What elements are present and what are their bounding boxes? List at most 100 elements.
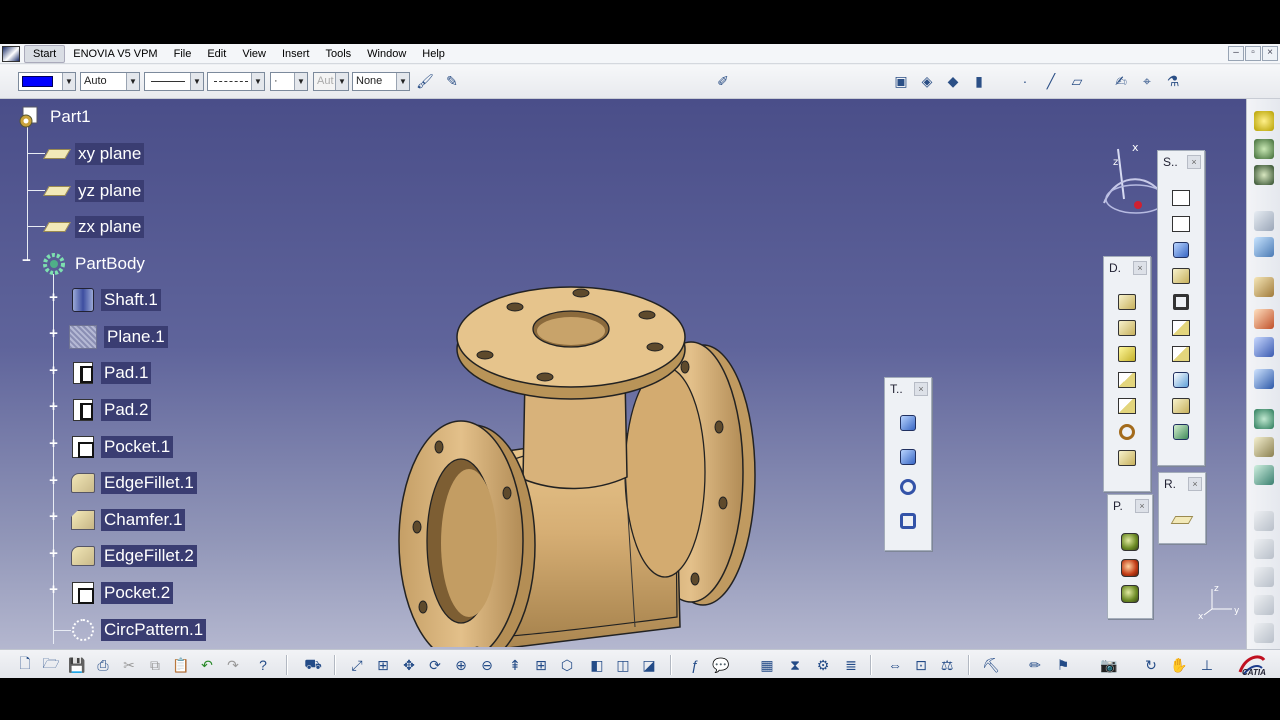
- measure-tool-icon[interactable]: ⌖: [1136, 70, 1158, 92]
- close-icon[interactable]: ×: [1187, 155, 1201, 169]
- apply-material-toolbar[interactable]: P. ×: [1107, 494, 1153, 619]
- close-icon[interactable]: ×: [1135, 499, 1149, 513]
- draft-analysis-icon[interactable]: ⚑: [1054, 656, 1072, 674]
- normal-view-icon[interactable]: ⇞: [506, 656, 524, 674]
- annotation-tool-icon[interactable]: ✍: [1110, 70, 1132, 92]
- plane-icon[interactable]: [1169, 507, 1195, 533]
- point-tool-icon[interactable]: ·: [1014, 70, 1036, 92]
- menu-edit[interactable]: Edit: [199, 46, 234, 62]
- tree-node-pad-2[interactable]: Pad.2: [71, 397, 152, 423]
- print-icon[interactable]: ⎙: [94, 656, 112, 674]
- tree-node-shaft[interactable]: Shaft.1: [71, 287, 161, 313]
- knowledge-icon[interactable]: ⚙: [814, 656, 832, 674]
- catalog-icon[interactable]: ⧗: [786, 656, 804, 674]
- expand-icon[interactable]: +: [47, 326, 60, 341]
- capture-camera-icon[interactable]: 📷: [1100, 656, 1118, 674]
- refresh-icon[interactable]: ↻: [1142, 656, 1160, 674]
- expand-icon[interactable]: +: [47, 546, 60, 561]
- tree-node-yz-plane[interactable]: yz plane: [43, 178, 145, 204]
- pan-icon[interactable]: ✥: [400, 656, 418, 674]
- tree-node-pad-1[interactable]: Pad.1: [71, 360, 152, 386]
- draft-icon[interactable]: [1114, 341, 1140, 367]
- edge-fillet-icon[interactable]: [1114, 289, 1140, 315]
- menu-tools[interactable]: Tools: [317, 46, 359, 62]
- tree-node-chamfer-1[interactable]: Chamfer.1: [71, 507, 186, 533]
- restore-button[interactable]: ▫: [1245, 46, 1261, 61]
- copy-icon[interactable]: ⧉: [146, 656, 164, 674]
- close-icon[interactable]: ×: [914, 382, 928, 396]
- shell-icon[interactable]: [1114, 367, 1140, 393]
- open-folder-icon[interactable]: 🗁: [42, 655, 60, 674]
- gear-icon[interactable]: [1254, 165, 1274, 185]
- material-icon[interactable]: [1117, 529, 1143, 555]
- sketch-analysis-icon[interactable]: ✏: [1026, 656, 1044, 674]
- menu-window[interactable]: Window: [359, 46, 414, 62]
- expand-icon[interactable]: +: [47, 363, 60, 378]
- toolbar-title[interactable]: D. ×: [1104, 257, 1150, 279]
- tree-node-pocket-2[interactable]: Pocket.2: [71, 580, 174, 606]
- tree-node-edgefillet-1[interactable]: EdgeFillet.1: [71, 470, 197, 496]
- line-thickness-combo[interactable]: ▼: [144, 72, 204, 91]
- catia-app-icon[interactable]: [2, 45, 20, 62]
- shading-icon[interactable]: ◧: [588, 656, 606, 674]
- properties-icon[interactable]: ✎: [441, 70, 463, 92]
- toolbar-title[interactable]: P. ×: [1108, 495, 1152, 517]
- color-combo[interactable]: ▼: [18, 72, 76, 91]
- workbench-icon[interactable]: [1254, 211, 1274, 231]
- analysis-icon[interactable]: [1254, 437, 1274, 457]
- expand-icon[interactable]: +: [47, 290, 60, 305]
- toolbar-title[interactable]: R. ×: [1159, 473, 1205, 495]
- groove-icon[interactable]: [1168, 289, 1194, 315]
- transparency-combo[interactable]: Auto ▼: [80, 72, 140, 91]
- axis-system-icon[interactable]: ⊥: [1198, 656, 1216, 674]
- expand-icon[interactable]: +: [47, 399, 60, 414]
- menu-help[interactable]: Help: [414, 46, 453, 62]
- zoom-in-icon[interactable]: ⊕: [452, 656, 470, 674]
- pad-tool-icon[interactable]: ▣: [890, 70, 912, 92]
- paste-icon[interactable]: 📋: [172, 656, 190, 674]
- material-2-icon[interactable]: [1117, 555, 1143, 581]
- measure-inertia-icon[interactable]: ⚖: [938, 656, 956, 674]
- transform-icon[interactable]: [1254, 369, 1274, 389]
- multi-view-icon[interactable]: ⊞: [532, 656, 550, 674]
- shaft-icon[interactable]: [1168, 237, 1194, 263]
- swap-visible-space-icon[interactable]: ◪: [640, 656, 658, 674]
- line-tool-icon[interactable]: ╱: [1040, 70, 1062, 92]
- multi-section-solid-icon[interactable]: [1168, 393, 1194, 419]
- cut-icon[interactable]: ✂: [120, 656, 138, 674]
- table-icon[interactable]: ▦: [758, 656, 776, 674]
- comment-icon[interactable]: 💬: [712, 656, 730, 674]
- thickness-tool-icon[interactable]: ▮: [968, 70, 990, 92]
- boolean-icon[interactable]: [1254, 337, 1274, 357]
- new-file-icon[interactable]: 🗋: [16, 655, 34, 674]
- transformation-toolbar[interactable]: T.. ×: [884, 377, 932, 551]
- measure-item-icon[interactable]: ⊡: [912, 656, 930, 674]
- analysis-icon[interactable]: [1254, 465, 1274, 485]
- apply-material-icon[interactable]: ⚗: [1162, 70, 1184, 92]
- tree-node-plane-1[interactable]: Plane.1: [68, 324, 168, 350]
- painter-icon[interactable]: 🖌: [414, 70, 436, 92]
- close-icon[interactable]: ×: [1133, 261, 1147, 275]
- collapse-icon[interactable]: −: [20, 253, 33, 268]
- chevron-down-icon[interactable]: ▼: [62, 73, 75, 90]
- slot-icon[interactable]: [1168, 341, 1194, 367]
- reference-elements-toolbar[interactable]: R. ×: [1158, 472, 1206, 544]
- chamfer-icon[interactable]: [1114, 315, 1140, 341]
- render-style-combo[interactable]: None ▼: [352, 72, 410, 91]
- menu-enovia[interactable]: ENOVIA V5 VPM: [65, 46, 165, 62]
- tee-flange-part-model[interactable]: [395, 257, 775, 647]
- sketch-based-features-toolbar[interactable]: S.. ×: [1157, 150, 1205, 466]
- circular-pattern-icon[interactable]: [895, 474, 921, 500]
- apply-material-icon[interactable]: ⛏: [982, 656, 1000, 674]
- help-icon[interactable]: ?: [254, 656, 272, 674]
- tree-node-zx-plane[interactable]: zx plane: [43, 214, 145, 240]
- expand-icon[interactable]: +: [47, 436, 60, 451]
- close-icon[interactable]: ×: [1188, 477, 1202, 491]
- 3d-viewport[interactable]: Part1 xy plane yz plane zx plane − PartB…: [0, 99, 1246, 649]
- undo-icon[interactable]: ↶: [198, 656, 216, 674]
- chevron-down-icon[interactable]: ▼: [294, 73, 307, 90]
- menu-file[interactable]: File: [166, 46, 200, 62]
- save-icon[interactable]: 💾: [68, 656, 86, 674]
- fillet-tool-icon[interactable]: ◆: [942, 70, 964, 92]
- remove-face-icon[interactable]: [1114, 445, 1140, 471]
